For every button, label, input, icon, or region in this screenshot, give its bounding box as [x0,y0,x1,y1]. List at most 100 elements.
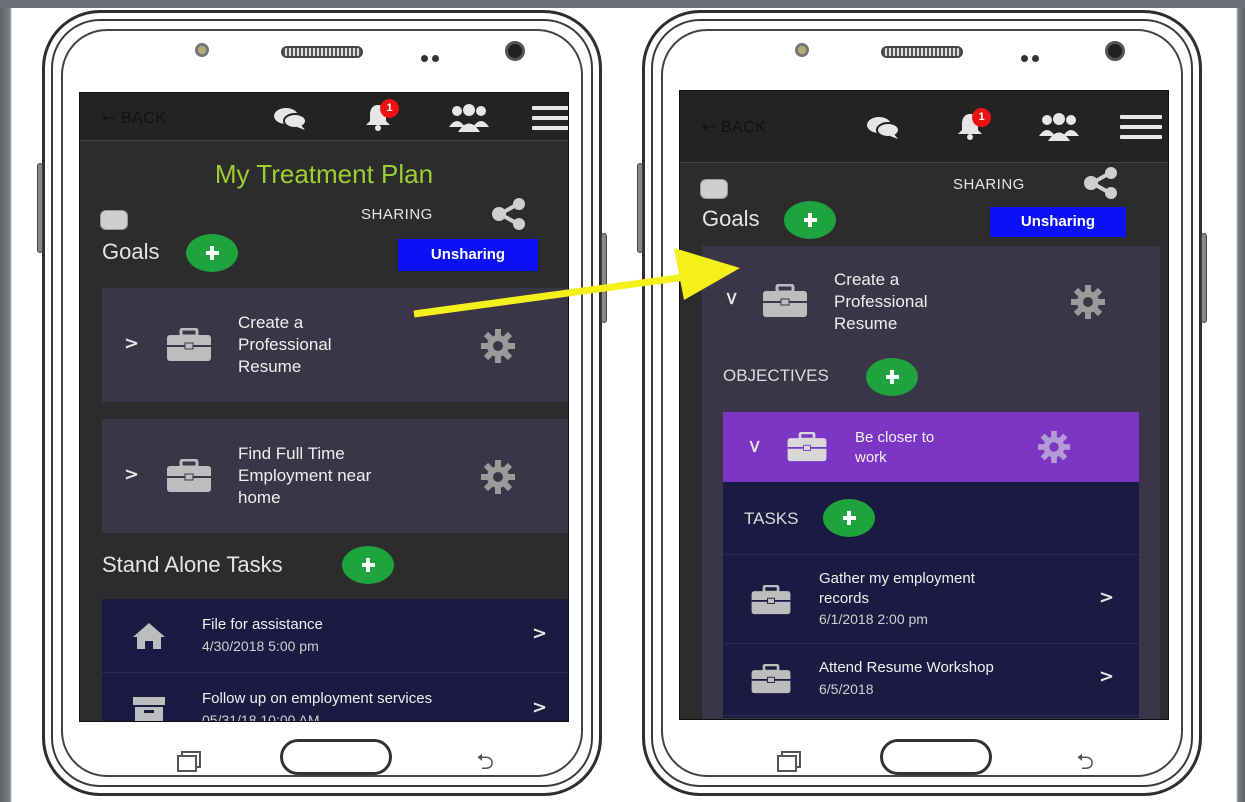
tasks-panel: TASKS Gather my employment records 6/1/2… [723,482,1139,718]
task-title: Follow up on employment services [202,690,433,707]
hamburger-menu-icon[interactable] [532,106,568,130]
add-goal-button[interactable] [784,201,836,239]
hamburger-menu-icon[interactable] [1120,115,1162,139]
chevron-right-icon[interactable]: > [124,464,139,485]
app-screen: ← BACK 1 My Treatment Plan SHARING Goals… [79,92,569,722]
sharing-label: SHARING [953,176,1025,193]
group-icon[interactable] [448,103,490,133]
notifications-button[interactable]: 1 [363,99,403,134]
expanded-goal-panel: > Create a Professional Resume OBJECTIVE… [702,246,1160,719]
task-date: 6/1/2018 2:00 pm [819,611,928,627]
notification-badge: 1 [380,99,399,118]
front-camera [505,41,525,61]
front-sensor [795,43,809,57]
task-title: Gather my employment records [819,570,975,607]
recent-apps-key[interactable] [777,751,801,772]
chevron-down-icon[interactable]: > [721,291,742,306]
page-title: My Treatment Plan [214,159,434,189]
goal-card[interactable]: > Create a Professional Resume [102,288,568,402]
task-title: File for assistance [202,616,323,633]
gear-icon[interactable] [480,328,516,364]
back-key-icon[interactable]: ⮌ [1069,745,1101,775]
chat-icon[interactable] [866,116,900,140]
back-arrow-icon: ← [702,117,716,136]
objectives-label: OBJECTIVES [723,366,829,385]
notification-badge: 1 [972,108,991,127]
share-icon[interactable] [1082,167,1120,199]
goals-label: Goals [702,206,760,231]
earpiece-speaker [881,46,963,58]
briefcase-icon [763,284,807,317]
recent-apps-key[interactable] [177,751,201,772]
back-label: BACK [720,119,767,136]
unsharing-button[interactable]: Unsharing [398,239,538,271]
add-goal-button[interactable] [186,234,238,272]
home-key[interactable] [280,739,392,775]
power-button [1201,233,1207,323]
briefcase-icon [787,432,827,462]
volume-button [637,163,643,253]
chevron-right-icon[interactable]: > [532,623,547,644]
task-date: 4/30/2018 5:00 pm [202,638,319,654]
phone-left: ← BACK 1 My Treatment Plan SHARING Goals… [37,10,607,796]
sharing-label: SHARING [361,206,433,223]
back-button[interactable]: ← BACK [702,117,766,137]
archive-icon [133,697,165,721]
task-row[interactable]: Gather my employment records 6/1/2018 2:… [723,554,1139,644]
task-title: Attend Resume Workshop [819,659,994,676]
gear-icon[interactable] [480,459,516,495]
add-task-button[interactable] [823,499,875,537]
add-task-button[interactable] [342,546,394,584]
sensor-dots [421,49,445,62]
power-button [601,233,607,323]
chevron-right-icon[interactable]: > [1099,587,1114,608]
chevron-right-icon[interactable]: > [532,697,547,718]
gear-icon[interactable] [1037,430,1071,464]
objective-card[interactable]: > Be closer to work [723,412,1139,482]
phone-right: ← BACK 1 SHARING Goals Unsharing > Creat… [637,10,1207,796]
front-sensor [195,43,209,57]
tasks-label: TASKS [744,509,799,528]
goal-title: Create a Professional Resume [834,270,928,333]
gear-icon[interactable] [1070,284,1106,320]
back-label: BACK [120,110,167,127]
goals-label: Goals [102,239,160,264]
unsharing-button[interactable]: Unsharing [990,207,1126,237]
earpiece-speaker [281,46,363,58]
briefcase-icon [167,459,211,492]
volume-button [37,163,43,253]
top-navbar: ← BACK 1 [80,93,568,141]
sensor-dots [1021,49,1045,62]
stand-alone-tasks-label: Stand Alone Tasks [102,552,283,577]
select-all-checkbox[interactable] [100,210,128,230]
share-icon[interactable] [490,198,528,230]
top-navbar: ← BACK 1 [680,91,1168,163]
home-icon [133,623,165,649]
notifications-button[interactable]: 1 [955,108,995,143]
group-icon[interactable] [1038,112,1080,142]
backdrop [0,0,1245,8]
objective-title: Be closer to work [855,429,935,466]
briefcase-icon [167,328,211,361]
goal-title: Create a Professional Resume [238,313,332,376]
chevron-down-icon[interactable]: > [744,439,765,454]
add-objective-button[interactable] [866,358,918,396]
home-key[interactable] [880,739,992,775]
chat-icon[interactable] [273,107,307,131]
goal-title: Find Full Time Employment near home [238,444,372,507]
task-row[interactable]: File for assistance 4/30/2018 5:00 pm > [102,599,568,673]
app-screen: ← BACK 1 SHARING Goals Unsharing > Creat… [679,90,1169,720]
goal-card[interactable]: > Find Full Time Employment near home [102,419,568,533]
chevron-right-icon[interactable]: > [124,333,139,354]
back-button[interactable]: ← BACK [102,108,166,128]
chevron-right-icon[interactable]: > [1099,666,1114,687]
task-row[interactable]: Follow up on employment services 05/31/1… [102,673,568,722]
task-date: 05/31/18 10:00 AM [202,712,320,722]
select-all-checkbox[interactable] [700,179,728,199]
task-row[interactable]: Attend Resume Workshop 6/5/2018 > [723,644,1139,716]
briefcase-icon [751,664,791,694]
back-arrow-icon: ← [102,108,116,127]
front-camera [1105,41,1125,61]
task-date: 6/5/2018 [819,681,874,697]
back-key-icon[interactable]: ⮌ [469,745,501,775]
